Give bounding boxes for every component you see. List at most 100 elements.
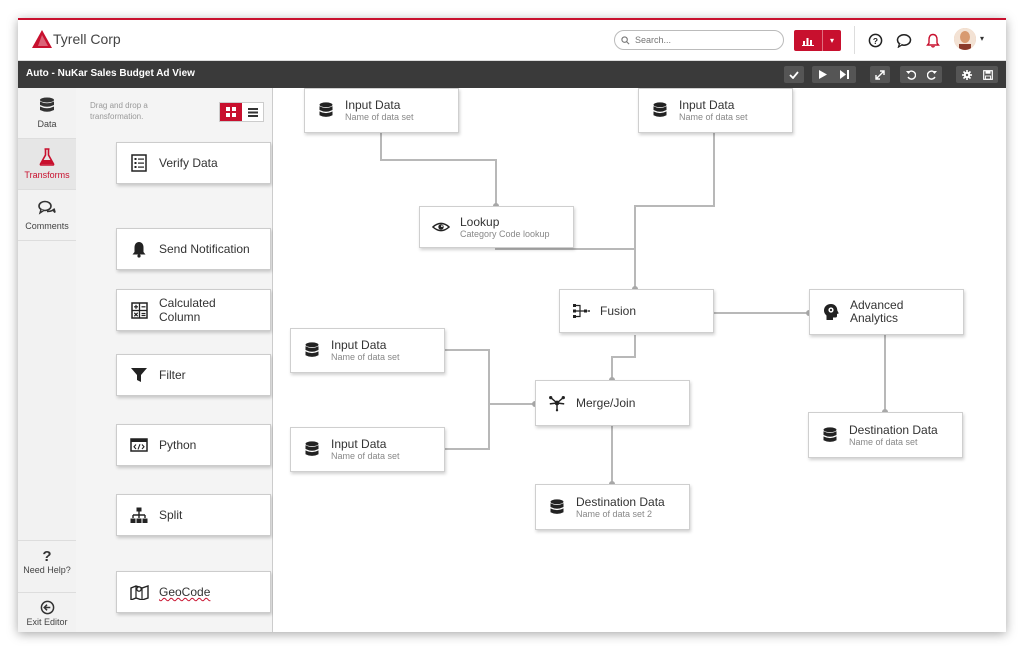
node-title: Destination Data [849, 422, 938, 437]
database-icon [317, 102, 335, 120]
node-merge-join[interactable]: Merge/Join [535, 380, 690, 426]
transform-card-split[interactable]: Split [116, 494, 271, 536]
gear-icon[interactable] [961, 69, 972, 80]
exit-editor-button[interactable]: Exit Editor [18, 592, 76, 632]
transform-card-label: Python [159, 438, 197, 452]
validate-button[interactable] [784, 66, 804, 83]
node-subtitle: Name of data set [331, 451, 400, 461]
search-box[interactable] [614, 30, 784, 50]
run-controls[interactable] [812, 66, 856, 83]
database-icon [548, 498, 566, 516]
transform-card-calculated-column[interactable]: Calculated Column [116, 289, 271, 331]
transform-card-label: Send Notification [159, 242, 250, 256]
list-view-icon[interactable] [242, 103, 263, 121]
save-icon[interactable] [982, 69, 993, 80]
brand-logo[interactable]: Tyrell Corp [32, 30, 121, 48]
filter-icon [129, 365, 149, 385]
bell-notification-icon[interactable] [924, 31, 942, 49]
app-window: Tyrell Corp ▾ ? [18, 18, 1006, 632]
node-title: Input Data [331, 338, 387, 352]
nav-transforms-label: Transforms [24, 170, 70, 180]
transform-card-filter[interactable]: Filter [116, 354, 271, 396]
need-help-button[interactable]: ? Need Help? [18, 540, 76, 593]
node-title: Advanced Analytics [850, 298, 904, 325]
eye-icon [432, 218, 450, 236]
connector-input1-lookup [380, 133, 497, 206]
header-divider [854, 26, 855, 54]
chat-bubble-icon[interactable] [895, 31, 913, 49]
connector-input4-merge [443, 404, 490, 450]
node-title: Input Data [345, 98, 401, 112]
transform-card-geocode[interactable]: GeoCode [116, 571, 271, 613]
code-icon [129, 435, 149, 455]
node-destination-data-1[interactable]: Destination Data Name of data set [808, 412, 963, 458]
transform-card-label: Split [159, 508, 183, 522]
node-title: Lookup [460, 214, 500, 229]
grid-view-icon[interactable] [220, 103, 242, 121]
redo-icon[interactable] [926, 69, 937, 80]
palette-view-toggle[interactable] [219, 102, 264, 122]
node-input-data-4[interactable]: Input Data Name of data set [290, 427, 445, 472]
chevron-down-icon[interactable]: ▾ [823, 30, 841, 51]
nav-transforms[interactable]: Transforms [18, 139, 76, 190]
node-lookup[interactable]: Lookup Category Code lookup [419, 206, 574, 248]
node-subtitle: Category Code lookup [460, 228, 550, 239]
search-input[interactable] [633, 34, 777, 46]
node-input-data-2[interactable]: Input Data Name of data set [638, 88, 793, 133]
checklist-icon [129, 153, 149, 173]
connector-input2-fusion [634, 133, 715, 289]
node-title: Merge/Join [576, 395, 636, 410]
calculator-icon [129, 300, 149, 320]
node-input-data-1[interactable]: Input Data Name of data set [304, 88, 459, 133]
transform-card-verify-data[interactable]: Verify Data [116, 142, 271, 184]
history-controls[interactable] [900, 66, 942, 83]
transform-card-label: Filter [159, 368, 186, 382]
transform-card-send-notification[interactable]: Send Notification [116, 228, 271, 270]
flask-icon [37, 147, 57, 167]
transform-card-python[interactable]: Python [116, 424, 271, 466]
view-toolbar: Auto - NuKar Sales Budget Ad View [18, 61, 1006, 88]
database-icon [303, 441, 321, 459]
exit-arrow-icon [18, 600, 76, 617]
nav-data-label: Data [37, 119, 57, 129]
nav-comments-label: Comments [25, 221, 69, 231]
node-subtitle: Name of data set [849, 436, 918, 447]
node-subtitle: Name of data set 2 [576, 508, 653, 519]
user-avatar[interactable] [954, 28, 976, 50]
app-header: Tyrell Corp ▾ ? [18, 20, 1006, 61]
help-circle-icon[interactable]: ? [866, 31, 884, 49]
expand-icon [875, 69, 885, 80]
transform-palette: Drag and drop a transformation. Verify D… [76, 88, 273, 632]
transform-card-label: GeoCode [159, 585, 211, 599]
view-title: Auto - NuKar Sales Budget Ad View [26, 68, 195, 79]
connector-input3-merge [443, 349, 535, 405]
node-title: Input Data [679, 98, 735, 112]
node-destination-data-2[interactable]: Destination Data Name of data set 2 [535, 484, 690, 530]
check-icon [789, 70, 799, 79]
fullscreen-button[interactable] [870, 66, 890, 83]
play-icon[interactable] [818, 70, 827, 79]
user-menu-chevron-icon[interactable]: ▾ [980, 34, 984, 43]
database-icon [303, 342, 321, 360]
node-fusion[interactable]: Fusion [559, 289, 714, 333]
palette-hint: Drag and drop a transformation. [90, 101, 148, 121]
fusion-icon [572, 302, 590, 320]
pipeline-canvas[interactable]: Input Data Name of data set Input Data N… [273, 88, 1006, 632]
map-icon [129, 582, 149, 602]
settings-controls[interactable] [956, 66, 998, 83]
nav-comments[interactable]: Comments [18, 190, 76, 241]
undo-icon[interactable] [905, 69, 916, 80]
chart-menu-button[interactable]: ▾ [794, 30, 841, 51]
node-title: Destination Data [576, 494, 665, 509]
transform-card-label: Verify Data [159, 156, 218, 170]
left-nav: Data Transforms Comments ? Need Help? Ex… [18, 88, 77, 632]
node-advanced-analytics[interactable]: Advanced Analytics [809, 289, 964, 335]
merge-network-icon [548, 394, 566, 412]
database-icon [37, 96, 57, 116]
node-input-data-3[interactable]: Input Data Name of data set [290, 328, 445, 373]
tyrell-logo-icon [32, 30, 52, 48]
step-forward-icon[interactable] [840, 70, 850, 79]
database-icon [651, 102, 669, 120]
chart-icon[interactable] [794, 30, 823, 51]
nav-data[interactable]: Data [18, 88, 76, 139]
